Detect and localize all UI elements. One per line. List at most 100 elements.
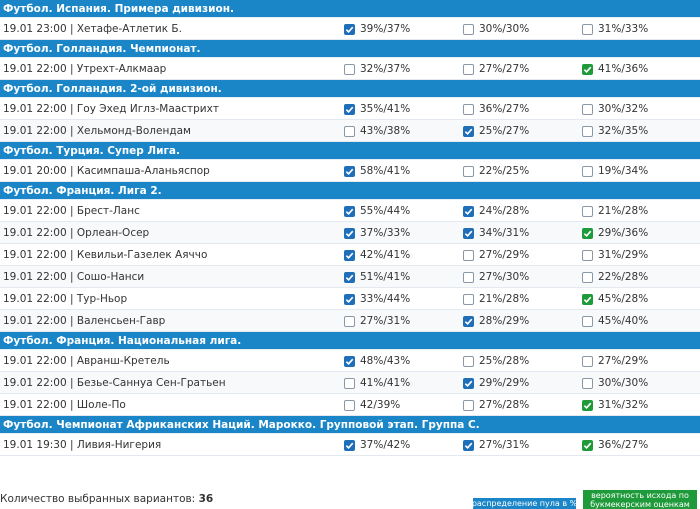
outcome-checkbox[interactable]	[582, 249, 593, 261]
match-label: 19.01 22:00 | Авранш-Кретель	[3, 355, 170, 367]
outcome-option-3[interactable]: 21%/28%	[582, 200, 648, 222]
outcome-option-3[interactable]: 27%/29%	[582, 350, 648, 372]
outcome-option-1[interactable]: 32%/37%	[344, 58, 410, 80]
outcome-option-1[interactable]: 55%/44%	[344, 200, 410, 222]
outcome-option-3[interactable]: 30%/32%	[582, 98, 648, 120]
outcome-checkbox[interactable]	[344, 125, 355, 137]
outcome-option-3[interactable]: 30%/30%	[582, 372, 648, 394]
outcome-checkbox[interactable]	[582, 227, 593, 239]
outcome-checkbox[interactable]	[344, 249, 355, 261]
outcome-option-3[interactable]: 45%/28%	[582, 288, 648, 310]
outcome-checkbox[interactable]	[344, 355, 355, 367]
outcome-checkbox[interactable]	[582, 271, 593, 283]
outcome-checkbox[interactable]	[463, 63, 474, 75]
outcome-option-2[interactable]: 36%/27%	[463, 98, 529, 120]
outcome-option-2[interactable]: 34%/31%	[463, 222, 529, 244]
outcome-checkbox[interactable]	[344, 63, 355, 75]
outcome-option-3[interactable]: 31%/32%	[582, 394, 648, 416]
outcome-option-1[interactable]: 37%/33%	[344, 222, 410, 244]
outcome-percentage: 21%/28%	[598, 205, 649, 217]
outcome-option-2[interactable]: 29%/29%	[463, 372, 529, 394]
outcome-checkbox[interactable]	[344, 205, 355, 217]
outcome-option-2[interactable]: 27%/30%	[463, 266, 529, 288]
outcome-checkbox[interactable]	[582, 63, 593, 75]
outcome-checkbox[interactable]	[344, 227, 355, 239]
outcome-option-1[interactable]: 41%/41%	[344, 372, 410, 394]
outcome-option-1[interactable]: 48%/43%	[344, 350, 410, 372]
outcome-option-1[interactable]: 37%/42%	[344, 434, 410, 456]
outcome-option-3[interactable]: 32%/35%	[582, 120, 648, 142]
outcome-checkbox[interactable]	[344, 377, 355, 389]
outcome-checkbox[interactable]	[344, 293, 355, 305]
match-row: 19.01 22:00 | Хельмонд-Волендам 43%/38% 25…	[0, 120, 700, 142]
outcome-checkbox[interactable]	[582, 205, 593, 217]
outcome-option-1[interactable]: 39%/37%	[344, 18, 410, 40]
outcome-option-2[interactable]: 25%/27%	[463, 120, 529, 142]
outcome-checkbox[interactable]	[582, 293, 593, 305]
outcome-option-3[interactable]: 19%/34%	[582, 160, 648, 182]
outcome-checkbox[interactable]	[582, 125, 593, 137]
outcome-checkbox[interactable]	[582, 355, 593, 367]
outcome-option-3[interactable]: 45%/40%	[582, 310, 648, 332]
outcome-checkbox[interactable]	[463, 125, 474, 137]
outcome-checkbox[interactable]	[463, 377, 474, 389]
outcome-checkbox[interactable]	[463, 399, 474, 411]
outcome-option-3[interactable]: 22%/28%	[582, 266, 648, 288]
match-label: 19.01 22:00 | Шоле-По	[3, 399, 126, 411]
outcome-checkbox[interactable]	[582, 165, 593, 177]
outcome-checkbox[interactable]	[582, 399, 593, 411]
outcome-option-1[interactable]: 42%/41%	[344, 244, 410, 266]
outcome-checkbox[interactable]	[344, 271, 355, 283]
outcome-option-3[interactable]: 29%/36%	[582, 222, 648, 244]
outcome-option-2[interactable]: 24%/28%	[463, 200, 529, 222]
outcome-option-1[interactable]: 42/39%	[344, 394, 400, 416]
outcome-checkbox[interactable]	[582, 103, 593, 115]
outcome-checkbox[interactable]	[463, 355, 474, 367]
outcome-checkbox[interactable]	[582, 439, 593, 451]
outcome-checkbox[interactable]	[582, 315, 593, 327]
outcome-option-1[interactable]: 33%/44%	[344, 288, 410, 310]
outcome-option-2[interactable]: 22%/25%	[463, 160, 529, 182]
outcome-option-1[interactable]: 51%/41%	[344, 266, 410, 288]
outcome-checkbox[interactable]	[463, 439, 474, 451]
outcome-option-3[interactable]: 31%/33%	[582, 18, 648, 40]
outcome-percentage: 32%/35%	[598, 125, 649, 137]
outcome-checkbox[interactable]	[463, 23, 474, 35]
outcome-checkbox[interactable]	[344, 315, 355, 327]
outcome-checkbox[interactable]	[344, 23, 355, 35]
outcome-option-3[interactable]: 41%/36%	[582, 58, 648, 80]
outcome-percentage: 27%/30%	[479, 271, 530, 283]
outcome-checkbox[interactable]	[582, 23, 593, 35]
outcome-option-2[interactable]: 27%/31%	[463, 434, 529, 456]
outcome-option-2[interactable]: 21%/28%	[463, 288, 529, 310]
outcome-checkbox[interactable]	[463, 103, 474, 115]
outcome-option-1[interactable]: 58%/41%	[344, 160, 410, 182]
outcome-checkbox[interactable]	[463, 165, 474, 177]
outcome-option-3[interactable]: 31%/29%	[582, 244, 648, 266]
outcome-percentage: 36%/27%	[598, 439, 649, 451]
outcome-checkbox[interactable]	[463, 315, 474, 327]
outcome-checkbox[interactable]	[463, 249, 474, 261]
outcome-checkbox[interactable]	[344, 165, 355, 177]
outcome-option-1[interactable]: 35%/41%	[344, 98, 410, 120]
outcome-checkbox[interactable]	[463, 205, 474, 217]
outcome-option-2[interactable]: 30%/30%	[463, 18, 529, 40]
outcome-option-2[interactable]: 27%/29%	[463, 244, 529, 266]
outcome-checkbox[interactable]	[344, 439, 355, 451]
matches-table: Футбол. Испания. Примера дивизион. 19.01 …	[0, 0, 700, 456]
outcome-percentage: 27%/31%	[479, 439, 530, 451]
outcome-checkbox[interactable]	[344, 399, 355, 411]
outcome-checkbox[interactable]	[463, 271, 474, 283]
outcome-option-2[interactable]: 25%/28%	[463, 350, 529, 372]
outcome-checkbox[interactable]	[344, 103, 355, 115]
outcome-option-1[interactable]: 43%/38%	[344, 120, 410, 142]
checkmark-icon	[345, 106, 354, 113]
outcome-option-2[interactable]: 27%/27%	[463, 58, 529, 80]
outcome-option-2[interactable]: 27%/28%	[463, 394, 529, 416]
outcome-option-2[interactable]: 28%/29%	[463, 310, 529, 332]
outcome-option-1[interactable]: 27%/31%	[344, 310, 410, 332]
outcome-checkbox[interactable]	[463, 293, 474, 305]
outcome-checkbox[interactable]	[463, 227, 474, 239]
outcome-option-3[interactable]: 36%/27%	[582, 434, 648, 456]
outcome-checkbox[interactable]	[582, 377, 593, 389]
